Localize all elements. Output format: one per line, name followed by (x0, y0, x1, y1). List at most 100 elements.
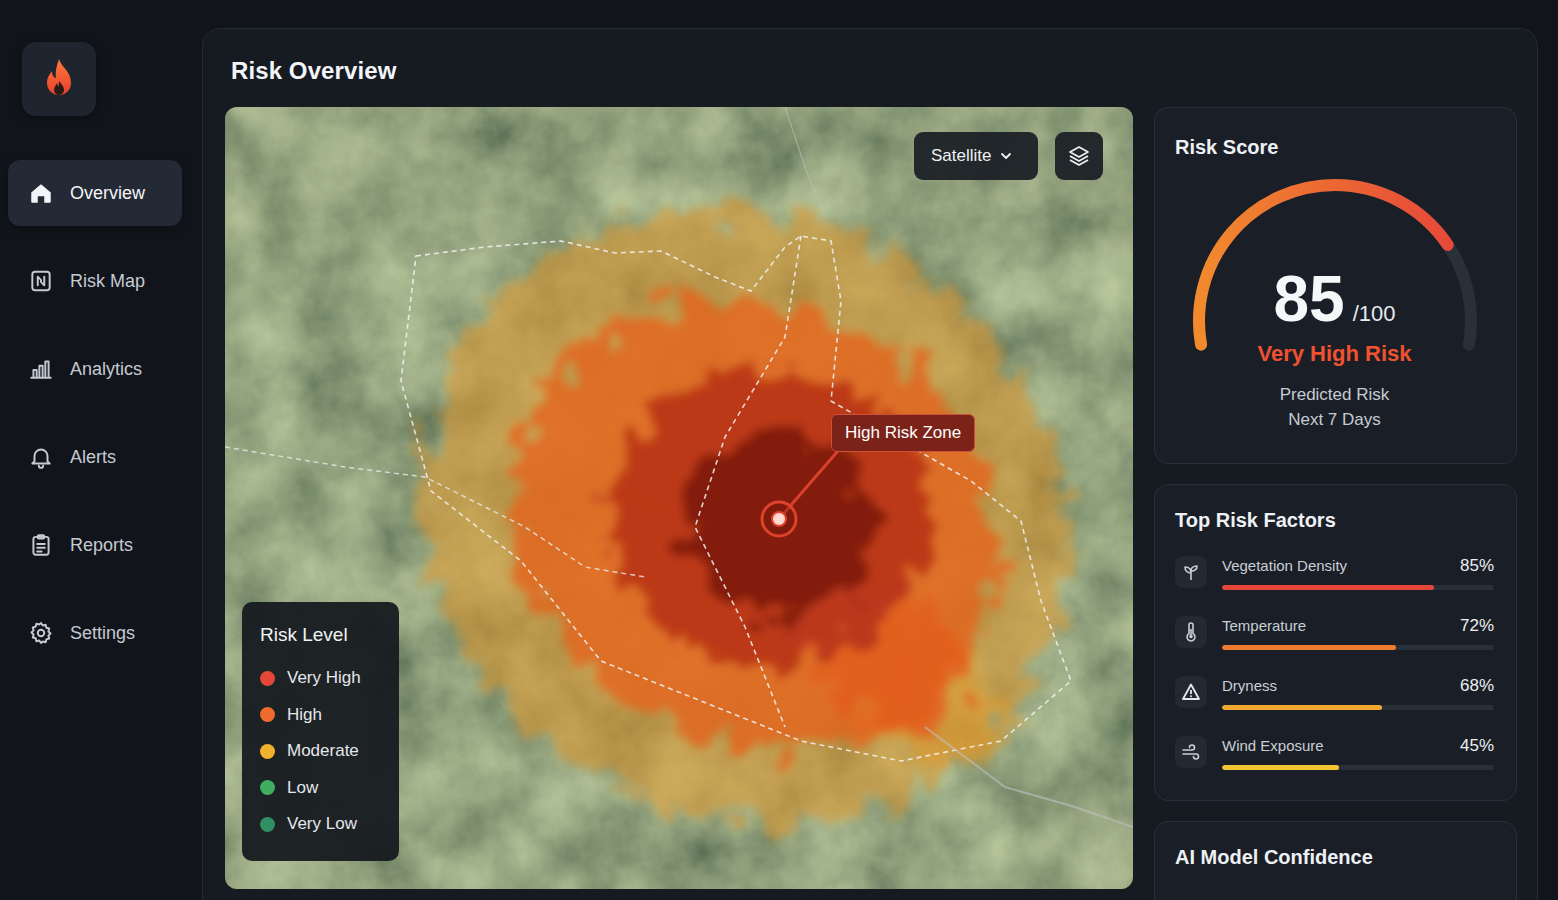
factor-name: Temperature (1222, 615, 1306, 637)
factor-body: Temperature 72% (1222, 615, 1494, 650)
gauge-track (1199, 185, 1471, 345)
warning-icon (1181, 682, 1201, 702)
factor-row: Temperature 72% (1175, 602, 1494, 662)
thermometer-icon (1181, 622, 1201, 642)
factor-name: Dryness (1222, 675, 1277, 697)
chart-icon (28, 356, 54, 382)
sidebar-nav: Overview Risk Map Analytics Alerts Reports Se… (0, 160, 202, 666)
factor-list: Vegetation Density 85% Temperature 72% Dryne… (1175, 542, 1494, 782)
score-caption: Predicted RiskNext 7 Days (1280, 382, 1390, 432)
wind-icon (1181, 742, 1201, 762)
factor-value: 68% (1460, 675, 1494, 697)
factor-top: Dryness 68% (1222, 675, 1494, 697)
legend-dot (260, 707, 275, 722)
risk-gauge: 85/100 Very High Risk Predicted RiskNext 7… (1175, 171, 1494, 451)
target-pin-icon (758, 498, 800, 540)
factor-body: Vegetation Density 85% (1222, 555, 1494, 590)
gauge-fill (1199, 185, 1471, 345)
dropdown-value: Satellite (931, 146, 991, 166)
factor-track (1222, 705, 1494, 710)
map-style-dropdown[interactable]: Satellite (914, 132, 1038, 180)
legend-item: Moderate (260, 733, 383, 770)
map-icon (28, 268, 54, 294)
factor-track (1222, 645, 1494, 650)
sidebar-item[interactable]: Risk Map (8, 248, 182, 314)
sidebar-label: Settings (70, 623, 135, 644)
legend-item: Low (260, 770, 383, 807)
legend-dot (260, 744, 275, 759)
factor-row: Vegetation Density 85% (1175, 542, 1494, 602)
legend-label: High (287, 705, 322, 725)
caption-line: Predicted Risk (1280, 382, 1390, 407)
factor-top: Vegetation Density 85% (1222, 555, 1494, 577)
factor-track (1222, 765, 1494, 770)
sidebar-label: Reports (70, 535, 133, 556)
sidebar-item[interactable]: Reports (8, 512, 182, 578)
factor-body: Dryness 68% (1222, 675, 1494, 710)
layers-icon (1067, 144, 1091, 168)
factor-row: Dryness 68% (1175, 662, 1494, 722)
legend-label: Moderate (287, 741, 359, 761)
sidebar-item[interactable]: Overview (8, 160, 182, 226)
factor-top: Wind Exposure 45% (1222, 735, 1494, 757)
factor-value: 85% (1460, 555, 1494, 577)
factor-fill (1222, 645, 1396, 650)
score-max: /100 (1353, 301, 1396, 327)
factor-fill (1222, 705, 1382, 710)
flame-icon (39, 57, 79, 101)
sidebar-item[interactable]: Analytics (8, 336, 182, 402)
card-title: AI Model Confidence (1175, 844, 1494, 870)
report-icon (28, 532, 54, 558)
factor-body: Wind Exposure 45% (1222, 735, 1494, 770)
factor-top: Temperature 72% (1222, 615, 1494, 637)
sidebar-item[interactable]: Settings (8, 600, 182, 666)
factor-value: 72% (1460, 615, 1494, 637)
legend-item: Very Low (260, 806, 383, 843)
factor-row: Wind Exposure 45% (1175, 722, 1494, 782)
factor-icon-box (1175, 676, 1207, 708)
sidebar-label: Alerts (70, 447, 116, 468)
map-pin[interactable] (758, 498, 800, 540)
chevron-down-icon (999, 149, 1013, 163)
bell-icon (28, 444, 54, 470)
sidebar-label: Risk Map (70, 271, 145, 292)
sidebar-label: Analytics (70, 359, 142, 380)
legend-dot (260, 671, 275, 686)
risk-factors-card: Top Risk Factors Vegetation Density 85% Tem… (1154, 484, 1517, 801)
layers-button[interactable] (1055, 132, 1103, 180)
risk-zone-tooltip: High Risk Zone (831, 414, 975, 452)
factor-name: Wind Exposure (1222, 735, 1324, 757)
factor-value: 45% (1460, 735, 1494, 757)
caption-line: Next 7 Days (1288, 407, 1381, 432)
risk-map[interactable]: Satellite High Risk Zone Risk Level Very Hi… (225, 107, 1133, 889)
home-icon (28, 180, 54, 206)
legend-title: Risk Level (260, 622, 383, 648)
factor-fill (1222, 585, 1434, 590)
right-column: Risk Score 85/100 Very High Risk Predicted … (1154, 107, 1517, 900)
legend-label: Very Low (287, 814, 357, 834)
card-title: Risk Score (1175, 134, 1494, 160)
score-value: 85 (1273, 264, 1344, 334)
card-title: Top Risk Factors (1175, 507, 1494, 533)
content: Satellite High Risk Zone Risk Level Very Hi… (225, 107, 1515, 900)
factor-name: Vegetation Density (1222, 555, 1347, 577)
factor-track (1222, 585, 1494, 590)
factor-fill (1222, 765, 1339, 770)
factor-icon-box (1175, 616, 1207, 648)
sprout-icon (1181, 562, 1201, 582)
gear-icon (28, 620, 54, 646)
score-row: 85/100 (1273, 264, 1395, 334)
factor-icon-box (1175, 736, 1207, 768)
app-logo[interactable] (22, 42, 96, 116)
legend-label: Low (287, 778, 318, 798)
risk-score-card: Risk Score 85/100 Very High Risk Predicted … (1154, 107, 1517, 464)
sidebar: Overview Risk Map Analytics Alerts Reports Se… (0, 0, 202, 900)
legend-item: Very High (260, 660, 383, 697)
sidebar-item[interactable]: Alerts (8, 424, 182, 490)
legend-dot (260, 817, 275, 832)
legend-dot (260, 780, 275, 795)
main-panel: Risk Overview Satellite High Risk Zone Risk… (202, 28, 1538, 900)
page-title: Risk Overview (231, 57, 396, 85)
risk-label: Very High Risk (1257, 340, 1411, 368)
page-header: Risk Overview (225, 29, 1515, 107)
